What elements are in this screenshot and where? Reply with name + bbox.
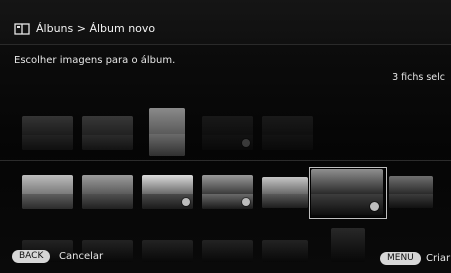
image-thumbnail[interactable] [389,176,433,208]
cancel-label: Cancelar [59,251,104,262]
create-label: Criar [426,253,451,264]
image-thumbnail[interactable] [202,175,253,209]
selected-thumbnail[interactable] [82,116,133,150]
breadcrumb: Álbuns > Álbum novo [36,22,156,35]
check-badge-icon [182,198,190,206]
image-thumbnail[interactable] [82,175,133,209]
check-badge-icon [242,198,250,206]
thumbnail-reflection [202,240,253,262]
thumbnail-reflection [262,240,308,262]
check-badge-icon [242,139,250,147]
menu-button[interactable]: MENU [380,252,421,265]
back-button[interactable]: BACK [12,250,51,263]
selected-thumbnail[interactable] [202,116,253,150]
header-bar: Álbuns > Álbum novo [0,0,451,45]
image-thumbnail[interactable] [22,175,73,209]
image-thumbnail[interactable] [142,175,193,209]
focus-frame [309,167,387,219]
thumbnail-reflection [331,228,365,262]
selected-thumbnail[interactable] [262,116,313,150]
album-creation-screen: Álbuns > Álbum novo Escolher imagens par… [0,0,451,273]
selected-thumbnail[interactable] [149,108,185,156]
selected-count: 3 fichs selc [392,72,445,83]
image-thumbnail[interactable] [262,177,308,208]
divider [0,160,451,161]
instruction-text: Escolher imagens para o álbum. [14,55,176,66]
album-icon [14,23,30,35]
selected-thumbnail[interactable] [22,116,73,150]
thumbnail-reflection [142,240,193,262]
